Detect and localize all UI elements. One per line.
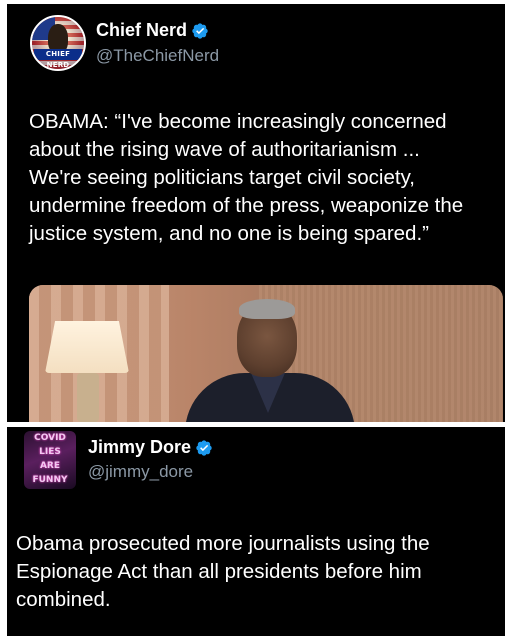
display-name[interactable]: Chief Nerd bbox=[96, 20, 187, 41]
avatar-text-line: LIES bbox=[39, 447, 61, 457]
author-name-row[interactable]: Chief Nerd bbox=[96, 20, 209, 41]
lamp-shade bbox=[45, 321, 129, 373]
avatar-text-line: ARE bbox=[39, 461, 61, 471]
verified-badge-icon bbox=[191, 22, 209, 40]
tweet-text: Obama prosecuted more journalists using … bbox=[16, 532, 430, 611]
display-name[interactable]: Jimmy Dore bbox=[88, 437, 191, 458]
tweet-text: OBAMA: “I've become increasingly concern… bbox=[29, 110, 464, 245]
avatar[interactable]: CHIEF NERD bbox=[30, 15, 86, 71]
post-jimmy-dore[interactable]: COVID LIES ARE FUNNY Jimmy Dore @jimmy_d… bbox=[7, 427, 505, 636]
handle[interactable]: @jimmy_dore bbox=[88, 462, 193, 482]
handle[interactable]: @TheChiefNerd bbox=[96, 46, 219, 66]
person-hair bbox=[239, 299, 295, 319]
post-chief-nerd[interactable]: CHIEF NERD Chief Nerd @TheChiefNerd OBAM… bbox=[7, 4, 505, 422]
avatar[interactable]: COVID LIES ARE FUNNY bbox=[24, 431, 76, 489]
verified-badge-icon bbox=[195, 439, 213, 457]
lamp-base bbox=[77, 373, 99, 422]
avatar-text-line: FUNNY bbox=[32, 475, 68, 485]
avatar-text-line: COVID bbox=[34, 433, 66, 443]
author-name-row[interactable]: Jimmy Dore bbox=[88, 437, 213, 458]
avatar-label: CHIEF NERD bbox=[34, 49, 82, 69]
video-thumbnail[interactable] bbox=[29, 285, 503, 422]
